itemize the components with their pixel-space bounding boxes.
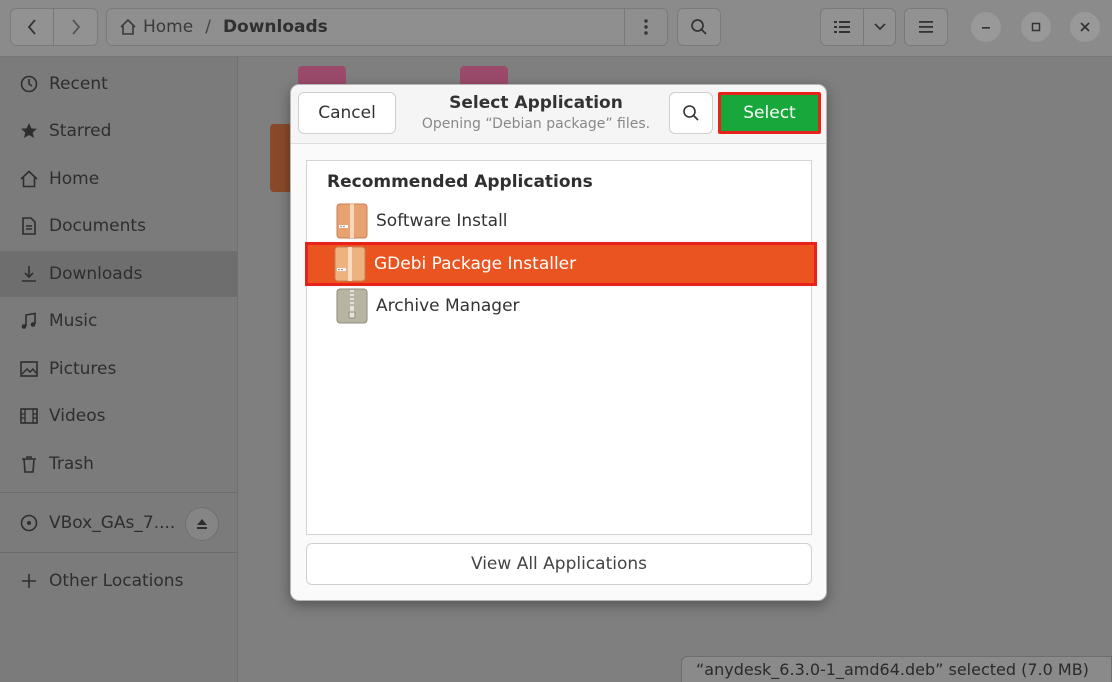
- app-label: GDebi Package Installer: [374, 254, 577, 274]
- status-bar: “anydesk_6.3.0-1_amd64.deb” selected (7.…: [681, 656, 1112, 682]
- back-button[interactable]: [10, 8, 54, 46]
- chevron-right-icon: [71, 19, 80, 35]
- sidebar-item-documents[interactable]: Documents: [0, 203, 237, 249]
- file-icon[interactable]: [298, 66, 346, 86]
- sidebar-divider: [0, 492, 237, 493]
- minimize-icon: [982, 27, 990, 29]
- sidebar: Recent Starred Home Documents Downloads …: [0, 57, 238, 682]
- application-list: Recommended Applications Software Instal…: [305, 160, 817, 535]
- list-view-icon: [834, 21, 850, 33]
- path-home[interactable]: Home: [119, 17, 193, 37]
- package-icon: [334, 246, 366, 282]
- search-button[interactable]: [677, 8, 721, 46]
- app-item-software-install[interactable]: Software Install: [308, 200, 810, 242]
- file-icon[interactable]: [460, 66, 508, 86]
- path-home-label: Home: [143, 17, 194, 37]
- disc-icon: [19, 513, 39, 533]
- app-label: Archive Manager: [376, 296, 520, 316]
- picture-icon: [19, 359, 39, 379]
- sidebar-item-home[interactable]: Home: [0, 156, 237, 202]
- path-separator: /: [205, 17, 211, 37]
- maximize-button[interactable]: [1021, 12, 1051, 42]
- maximize-icon: [1031, 22, 1041, 32]
- header-bar: Home / Downloads: [0, 0, 1112, 57]
- minimize-button[interactable]: [971, 12, 1001, 42]
- select-button[interactable]: Select: [718, 92, 821, 134]
- forward-button[interactable]: [54, 8, 98, 46]
- archive-icon: [336, 288, 368, 324]
- view-all-applications-button[interactable]: View All Applications: [306, 543, 812, 585]
- sidebar-item-label: Documents: [49, 216, 146, 236]
- eject-button[interactable]: [185, 507, 219, 541]
- dialog-header: Cancel Select Application Opening “Debia…: [291, 85, 826, 144]
- sidebar-item-other-locations[interactable]: Other Locations: [0, 558, 237, 604]
- view-list-button[interactable]: [820, 8, 864, 46]
- app-item-archive-manager[interactable]: Archive Manager: [308, 285, 810, 327]
- list-heading: Recommended Applications: [327, 172, 593, 192]
- sidebar-item-label: Pictures: [49, 359, 117, 379]
- dialog-subtitle: Opening “Debian package” files.: [421, 116, 651, 132]
- plus-icon: [19, 571, 39, 591]
- selection-status: “anydesk_6.3.0-1_amd64.deb” selected (7.…: [696, 660, 1089, 679]
- sidebar-item-label: Recent: [49, 74, 108, 94]
- sidebar-item-label: Trash: [49, 454, 94, 474]
- sidebar-item-starred[interactable]: Starred: [0, 108, 237, 154]
- chevron-down-icon: [873, 23, 886, 31]
- music-icon: [19, 311, 39, 331]
- package-icon: [336, 203, 368, 239]
- sidebar-item-label: Starred: [49, 121, 112, 141]
- hamburger-icon: [919, 21, 933, 33]
- app-label: Software Install: [376, 211, 508, 231]
- video-icon: [19, 406, 39, 426]
- download-icon: [19, 264, 39, 284]
- star-icon: [19, 121, 39, 141]
- search-icon: [691, 19, 707, 35]
- main-menu-button[interactable]: [904, 8, 948, 46]
- sidebar-item-pictures[interactable]: Pictures: [0, 346, 237, 392]
- app-item-gdebi-package-installer[interactable]: GDebi Package Installer: [305, 242, 817, 286]
- sidebar-item-label: Other Locations: [49, 571, 184, 591]
- view-options-dropdown[interactable]: [864, 8, 896, 46]
- dialog-search-button[interactable]: [669, 92, 713, 134]
- file-icon[interactable]: [270, 124, 292, 192]
- kebab-icon: [644, 19, 648, 35]
- select-application-dialog: Cancel Select Application Opening “Debia…: [290, 84, 827, 601]
- home-icon: [120, 18, 136, 35]
- cancel-button[interactable]: Cancel: [298, 92, 396, 134]
- home-icon: [19, 169, 39, 189]
- sidebar-item-trash[interactable]: Trash: [0, 441, 237, 487]
- sidebar-item-label: Downloads: [49, 264, 143, 284]
- close-window-button[interactable]: [1070, 12, 1100, 42]
- search-icon: [683, 105, 699, 121]
- eject-icon: [197, 519, 207, 529]
- close-icon: [1080, 22, 1090, 32]
- sidebar-divider: [0, 552, 237, 553]
- sidebar-item-recent[interactable]: Recent: [0, 61, 237, 107]
- sidebar-item-label: VBox_GAs_7....: [49, 513, 176, 533]
- sidebar-item-videos[interactable]: Videos: [0, 393, 237, 439]
- sidebar-item-label: Videos: [49, 406, 106, 426]
- sidebar-item-downloads[interactable]: Downloads: [0, 251, 237, 297]
- chevron-left-icon: [27, 19, 36, 35]
- sidebar-item-music[interactable]: Music: [0, 298, 237, 344]
- trash-icon: [19, 454, 39, 474]
- sidebar-item-label: Home: [49, 169, 100, 189]
- document-icon: [19, 216, 39, 236]
- path-bar: Home / Downloads: [106, 8, 668, 46]
- path-menu-button[interactable]: [624, 9, 667, 45]
- sidebar-item-label: Music: [49, 311, 98, 331]
- dialog-title: Select Application: [449, 93, 623, 113]
- path-current[interactable]: Downloads: [223, 17, 328, 37]
- clock-icon: [19, 74, 39, 94]
